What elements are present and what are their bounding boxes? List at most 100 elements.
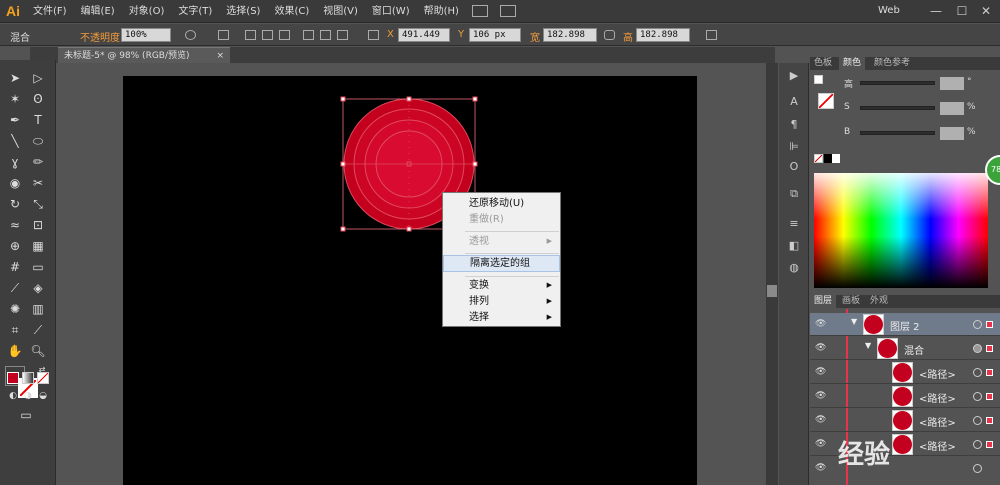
target-circle-icon[interactable] — [973, 416, 982, 425]
ellipse-tool-icon[interactable]: ⬭ — [28, 131, 48, 151]
handle-top[interactable] — [406, 96, 412, 102]
visibility-eye-icon[interactable]: 👁︎ — [815, 343, 827, 353]
vertical-scrollbar[interactable] — [766, 63, 778, 485]
eyedropper-tool-icon[interactable]: ⟋ — [5, 278, 25, 298]
layer-row[interactable]: 👁︎ <路径> — [810, 361, 1000, 384]
layer-name[interactable]: 图层 2 — [890, 318, 920, 333]
graph-tool-icon[interactable]: ▥ — [28, 299, 48, 319]
free-transform-tool-icon[interactable]: ⊡ — [28, 215, 48, 235]
menu-transform[interactable]: 变换 ▶ — [443, 277, 560, 294]
selection-indicator[interactable] — [986, 393, 993, 400]
align-left-icon[interactable] — [245, 30, 256, 40]
draw-normal-icon[interactable]: ◐ — [7, 390, 19, 402]
warp-tool-icon[interactable]: ≈ — [5, 215, 25, 235]
scissors-tool-icon[interactable]: ✂ — [28, 173, 48, 193]
scale-tool-icon[interactable]: ⤡ — [28, 194, 48, 214]
direct-selection-tool-icon[interactable]: ▷ — [28, 68, 48, 88]
bridge-icon[interactable] — [471, 5, 488, 17]
menu-select-sub[interactable]: 选择 ▶ — [443, 309, 560, 326]
menu-arrange[interactable]: 排列 ▶ — [443, 293, 560, 310]
gradient-tool-icon[interactable]: ▭ — [28, 257, 48, 277]
canvas-area[interactable] — [57, 63, 765, 485]
menu-object[interactable]: 对象(O) — [122, 0, 172, 23]
draw-inside-icon[interactable]: ◒ — [37, 390, 49, 402]
hue-value[interactable] — [940, 77, 964, 90]
screen-mode-icon[interactable]: ▭ — [16, 405, 36, 425]
color-spectrum[interactable] — [814, 173, 988, 288]
gradient-mode-icon[interactable] — [22, 372, 34, 384]
stroke-swatch-small[interactable] — [818, 93, 834, 109]
align-top-icon[interactable] — [303, 30, 314, 40]
handle-top-left[interactable] — [340, 96, 346, 102]
target-circle-icon[interactable] — [973, 464, 982, 473]
draw-behind-icon[interactable]: ◑ — [22, 390, 34, 402]
artboard[interactable] — [123, 76, 697, 485]
pencil-tool-icon[interactable]: ✏ — [28, 152, 48, 172]
tab-artboards[interactable]: 画板 — [838, 295, 864, 308]
tab-swatches[interactable]: 色板 — [810, 57, 836, 70]
perspective-grid-tool-icon[interactable]: ▦ — [28, 236, 48, 256]
character-panel-icon[interactable]: A — [787, 95, 801, 109]
black-color-button[interactable] — [824, 154, 832, 163]
target-circle-icon[interactable] — [973, 392, 982, 401]
saturation-value[interactable] — [940, 102, 964, 115]
close-window-icon[interactable]: ✕ — [974, 1, 998, 21]
target-circle-icon[interactable] — [973, 440, 982, 449]
menu-edit[interactable]: 编辑(E) — [74, 0, 122, 23]
hand-tool-icon[interactable]: ✋ — [5, 341, 25, 361]
handle-left[interactable] — [340, 161, 346, 167]
layer-row[interactable]: 👁︎ ▼ 图层 2 — [810, 313, 1000, 336]
brightness-slider[interactable] — [860, 131, 935, 135]
align-center-icon[interactable] — [262, 30, 273, 40]
opacity-field[interactable]: 100% — [121, 28, 171, 42]
vertical-scroll-thumb[interactable] — [767, 285, 777, 297]
align-middle-icon[interactable] — [320, 30, 331, 40]
constrain-proportions-icon[interactable] — [604, 30, 615, 40]
type-tool-icon[interactable]: T — [28, 110, 48, 130]
target-circle-icon[interactable] — [973, 320, 982, 329]
target-circle-icon[interactable] — [973, 368, 982, 377]
selection-indicator[interactable] — [986, 321, 993, 328]
visibility-eye-icon[interactable]: 👁︎ — [815, 463, 827, 473]
close-tab-icon[interactable]: × — [216, 48, 224, 64]
y-field[interactable]: 106 px — [469, 28, 521, 42]
expand-arrow-icon[interactable]: ▼ — [865, 341, 871, 350]
x-field[interactable]: 491.449 — [398, 28, 450, 42]
handle-top-right[interactable] — [472, 96, 478, 102]
align-bottom-icon[interactable] — [337, 30, 348, 40]
tab-color-guide[interactable]: 颜色参考 — [870, 57, 914, 70]
handle-bottom[interactable] — [406, 226, 412, 232]
visibility-eye-icon[interactable]: 👁︎ — [815, 415, 827, 425]
none-color-button[interactable] — [814, 154, 823, 163]
workspace-switcher[interactable]: Web — [878, 5, 900, 16]
menu-help[interactable]: 帮助(H) — [417, 0, 466, 23]
align-icon[interactable] — [218, 30, 229, 40]
none-mode-icon[interactable] — [37, 372, 49, 384]
visibility-eye-icon[interactable]: 👁︎ — [815, 439, 827, 449]
collapse-panels-icon[interactable]: ▶ — [787, 69, 801, 83]
selection-indicator[interactable] — [986, 369, 993, 376]
handle-bottom-left[interactable] — [340, 226, 346, 232]
paragraph-panel-icon[interactable]: ¶ — [787, 118, 801, 132]
document-tab[interactable]: 未标题-5* @ 98% (RGB/预览) × — [58, 47, 230, 63]
selection-tool-icon[interactable]: ➤ — [5, 68, 25, 88]
reference-point-icon[interactable] — [368, 30, 379, 40]
hue-slider[interactable] — [860, 81, 935, 85]
handle-right[interactable] — [472, 161, 478, 167]
gradient-panel-icon[interactable]: ◧ — [787, 239, 801, 253]
recolor-icon[interactable] — [185, 30, 196, 40]
paintbrush-tool-icon[interactable]: ɣ — [5, 152, 25, 172]
target-circle-icon[interactable] — [973, 344, 982, 353]
menu-perspective[interactable]: 透视 ▶ — [443, 233, 560, 250]
menu-type[interactable]: 文字(T) — [171, 0, 219, 23]
artboard-tool-icon[interactable]: ⌗ — [5, 320, 25, 340]
blob-brush-tool-icon[interactable]: ◉ — [5, 173, 25, 193]
visibility-eye-icon[interactable]: 👁︎ — [815, 319, 827, 329]
transform-panel-icon[interactable]: ⧉ — [787, 187, 801, 201]
menu-select[interactable]: 选择(S) — [219, 0, 267, 23]
layer-name[interactable]: <路径> — [919, 390, 956, 405]
selection-indicator[interactable] — [986, 417, 993, 424]
tab-layers[interactable]: 图层 — [810, 295, 837, 308]
blend-tool-icon[interactable]: ◈ — [28, 278, 48, 298]
opentype-panel-icon[interactable]: O — [787, 160, 801, 174]
